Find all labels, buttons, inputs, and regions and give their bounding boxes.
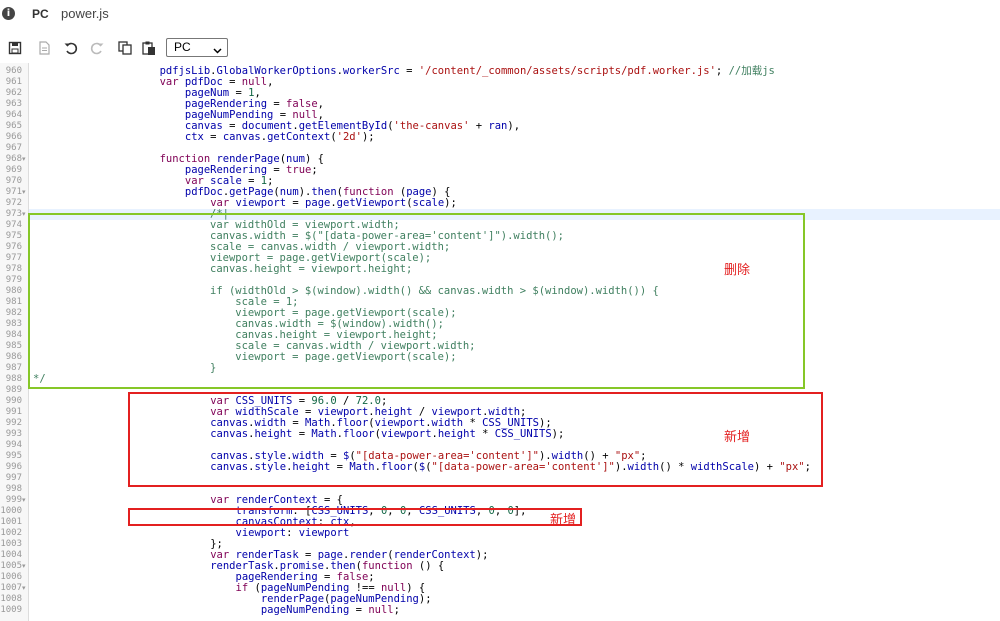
add-label-1: 新增 — [724, 430, 751, 445]
fold-arrow-icon[interactable]: ▾ — [22, 583, 26, 594]
line-number: 988 — [5, 374, 22, 384]
line-number: 981 — [5, 297, 22, 307]
copy-icon[interactable] — [117, 40, 133, 56]
chevron-down-icon — [213, 43, 222, 60]
redo-icon[interactable] — [89, 40, 105, 56]
code-line[interactable]: ctx = canvas.getContext('2d'); — [33, 132, 375, 143]
undo-icon[interactable] — [63, 40, 79, 56]
line-number: 1003 — [0, 539, 22, 549]
line-number: 1007 — [0, 583, 22, 593]
line-number: 994 — [5, 440, 22, 450]
fold-arrow-icon[interactable]: ▾ — [22, 561, 26, 572]
fold-arrow-icon[interactable]: ▾ — [22, 154, 26, 165]
line-number: 973 — [5, 209, 22, 219]
fold-arrow-icon[interactable]: ▾ — [22, 209, 26, 220]
line-number: 1009 — [0, 605, 22, 615]
line-number: 989 — [5, 385, 22, 395]
line-number: 990 — [5, 396, 22, 406]
file-icon[interactable] — [36, 40, 52, 56]
line-number: 964 — [5, 110, 22, 120]
line-number: 971 — [5, 187, 22, 197]
editor-toolbar — [0, 34, 1000, 62]
line-number: 1001 — [0, 517, 22, 527]
line-number-gutter: 960 961 962 963 964 965 966 967 968 ▾ 969 970 971 ▾ 97… — [0, 63, 29, 621]
line-number: 1002 — [0, 528, 22, 538]
fold-arrow-icon[interactable]: ▾ — [22, 495, 26, 506]
line-number: 984 — [5, 330, 22, 340]
line-number: 979 — [5, 275, 22, 285]
mode-select-value: PC — [174, 40, 191, 54]
fold-arrow-icon[interactable]: ▾ — [22, 187, 26, 198]
save-icon[interactable] — [7, 40, 23, 56]
line-number: 996 — [5, 462, 22, 472]
line-number: 966 — [5, 132, 22, 142]
line-number: 980 — [5, 286, 22, 296]
line-number: 985 — [5, 341, 22, 351]
paste-icon[interactable] — [141, 40, 157, 56]
line-number: 986 — [5, 352, 22, 362]
line-number: 970 — [5, 176, 22, 186]
line-number: 1008 — [0, 594, 22, 604]
title-bar: i PC power.js — [0, 0, 1000, 30]
line-number: 962 — [5, 88, 22, 98]
line-number: 960 — [5, 66, 22, 76]
line-number: 998 — [5, 484, 22, 494]
line-number: 1006 — [0, 572, 22, 582]
line-number: 963 — [5, 99, 22, 109]
mode-select[interactable]: PC — [166, 38, 228, 57]
line-number: 965 — [5, 121, 22, 131]
line-number: 987 — [5, 363, 22, 373]
line-number: 983 — [5, 319, 22, 329]
line-number: 982 — [5, 308, 22, 318]
line-number: 972 — [5, 198, 22, 208]
line-number: 969 — [5, 165, 22, 175]
line-number: 974 — [5, 220, 22, 230]
add-highlight-box-1 — [128, 392, 823, 487]
info-icon[interactable]: i — [2, 7, 15, 20]
line-number: 978 — [5, 264, 22, 274]
line-number: 992 — [5, 418, 22, 428]
line-number: 1000 — [0, 506, 22, 516]
code-line[interactable]: pageNumPending = null; — [33, 605, 400, 616]
file-name: power.js — [61, 6, 109, 21]
code-editor[interactable]: 960 961 962 963 964 965 966 967 968 ▾ 969 970 971 ▾ 97… — [0, 63, 1000, 621]
line-number: 968 — [5, 154, 22, 164]
delete-label: 删除 — [724, 263, 751, 278]
add-label-2: 新增 — [550, 513, 577, 528]
line-number: 967 — [5, 143, 22, 153]
line-number: 995 — [5, 451, 22, 461]
line-number: 997 — [5, 473, 22, 483]
line-number: 977 — [5, 253, 22, 263]
line-number: 961 — [5, 77, 22, 87]
line-number: 999 — [5, 495, 22, 505]
mode-badge: PC — [32, 7, 49, 21]
line-number: 991 — [5, 407, 22, 417]
add-highlight-box-2 — [128, 508, 582, 526]
line-number: 976 — [5, 242, 22, 252]
line-number: 993 — [5, 429, 22, 439]
line-number: 1005 — [0, 561, 22, 571]
line-number: 1004 — [0, 550, 22, 560]
delete-highlight-box — [28, 213, 805, 389]
line-number: 975 — [5, 231, 22, 241]
